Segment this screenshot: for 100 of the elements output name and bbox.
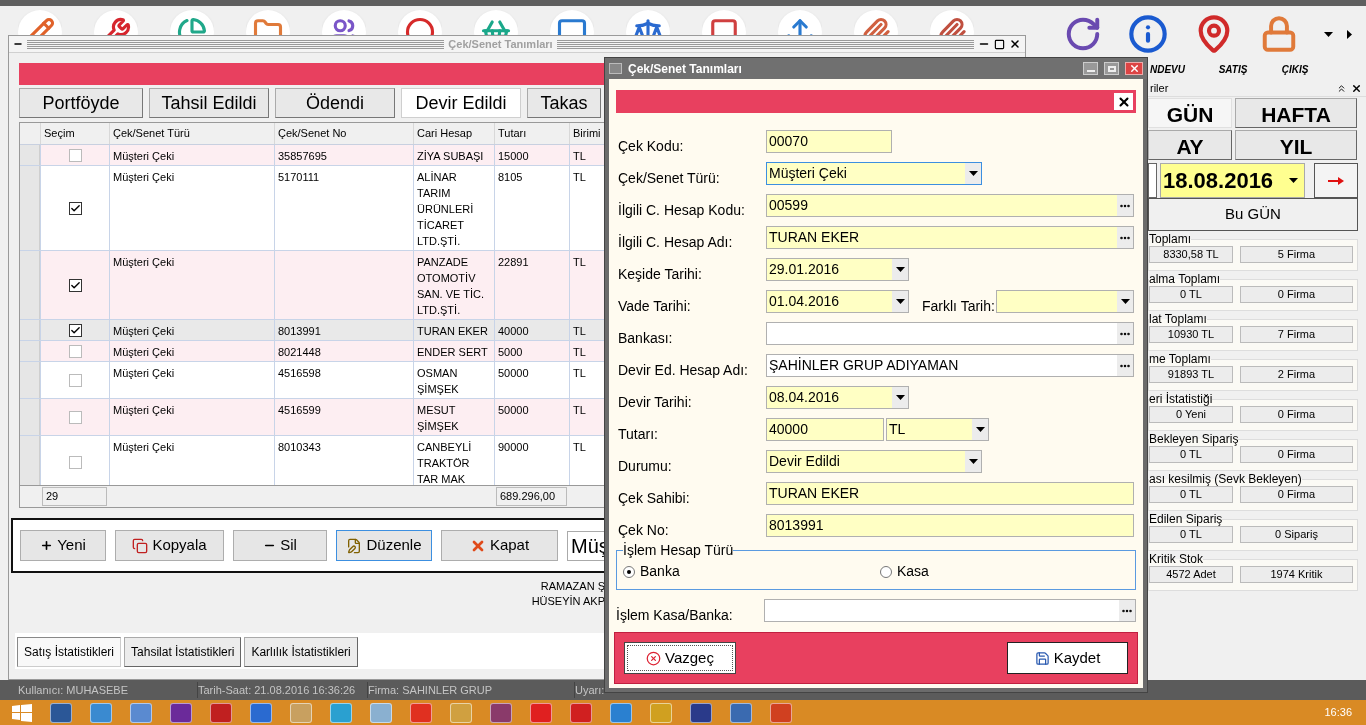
input-field[interactable]: 00599 — [766, 194, 1134, 217]
more-button[interactable] — [1117, 195, 1133, 216]
dropdown-button[interactable] — [892, 387, 908, 408]
radio-option[interactable]: Kasa — [880, 561, 929, 582]
input-field[interactable]: ŞAHİNLER GRUP ADIYAMAN — [766, 354, 1134, 377]
today-button[interactable]: Bu GÜN — [1148, 198, 1358, 231]
more-button[interactable] — [1117, 227, 1133, 248]
go-button[interactable] — [1314, 163, 1358, 198]
input-field[interactable]: 8013991 — [766, 514, 1134, 537]
more-button[interactable] — [1117, 323, 1133, 344]
close-icon[interactable] — [1351, 82, 1362, 94]
monitor-icon[interactable] — [550, 10, 594, 35]
ring-icon[interactable] — [398, 10, 442, 35]
cancel-button[interactable]: Vazgeç — [624, 642, 736, 674]
wrench-icon[interactable] — [94, 10, 138, 35]
toolbar-button[interactable]: Düzenle — [336, 530, 432, 561]
folder-icon[interactable] — [246, 10, 290, 35]
input-field[interactable]: 40000 — [766, 418, 884, 441]
period-button[interactable]: YIL — [1235, 130, 1357, 160]
maximize-button[interactable] — [1104, 62, 1119, 75]
dropdown-button[interactable] — [892, 259, 908, 280]
date-picker[interactable]: 18.08.2016 — [1160, 163, 1305, 198]
app-icon[interactable] — [170, 702, 192, 723]
dropdown-button[interactable] — [1117, 291, 1133, 312]
checkbox[interactable] — [68, 344, 82, 358]
paperclip-icon[interactable] — [930, 10, 974, 35]
toolbar-button[interactable]: Sil — [233, 530, 327, 561]
tab[interactable]: Takas — [527, 88, 601, 118]
lock-icon[interactable] — [1260, 15, 1298, 53]
tab[interactable]: Tahsilat İstatistikleri — [124, 637, 242, 667]
input-field[interactable]: TL — [886, 418, 989, 441]
input-field[interactable]: 08.04.2016 — [766, 386, 909, 409]
app-icon[interactable] — [570, 702, 592, 723]
input-field[interactable]: Müşteri Çeki — [766, 162, 982, 185]
app-icon[interactable] — [650, 702, 672, 723]
basket-icon[interactable] — [474, 10, 518, 35]
column-header[interactable]: Çek/Senet Türü — [113, 125, 190, 142]
app-icon[interactable] — [690, 702, 712, 723]
app-icon[interactable] — [410, 702, 432, 723]
dropdown-button[interactable] — [892, 291, 908, 312]
input-field[interactable]: 29.01.2016 — [766, 258, 909, 281]
tab[interactable]: Devir Edildi — [401, 88, 521, 118]
checkbox[interactable] — [68, 373, 82, 387]
more-button[interactable] — [1117, 355, 1133, 376]
close-button[interactable] — [1114, 93, 1133, 110]
tab[interactable]: Karlılık İstatistikleri — [244, 637, 358, 667]
people-icon[interactable] — [322, 10, 366, 35]
app-icon[interactable] — [90, 702, 112, 723]
pie-chart-icon[interactable] — [170, 10, 214, 35]
column-header[interactable]: Cari Hesap — [417, 125, 473, 142]
toolbar-button[interactable]: Yeni — [20, 530, 106, 561]
column-header[interactable]: Birimi — [573, 125, 601, 142]
tab[interactable]: Tahsil Edildi — [149, 88, 269, 118]
radio-button[interactable] — [623, 565, 635, 578]
column-header[interactable]: Çek/Senet No — [278, 125, 347, 142]
app-icon[interactable] — [290, 702, 312, 723]
period-button[interactable]: GÜN — [1148, 98, 1232, 128]
upload-icon[interactable] — [778, 10, 822, 35]
radio-button[interactable] — [880, 565, 892, 578]
input-field[interactable]: 00070 — [766, 130, 892, 153]
app-icon[interactable] — [490, 702, 512, 723]
period-button[interactable]: AY — [1148, 130, 1232, 160]
app-icon[interactable] — [530, 702, 552, 723]
checkbox[interactable] — [68, 410, 82, 424]
app-icon[interactable] — [450, 702, 472, 723]
app-icon[interactable] — [370, 702, 392, 723]
minimize-button[interactable] — [1083, 62, 1098, 75]
input-field[interactable]: 01.04.2016 — [766, 290, 909, 313]
checkbox[interactable] — [68, 323, 82, 337]
dropdown-button[interactable] — [972, 419, 988, 440]
column-header[interactable]: Seçim — [44, 125, 75, 142]
app-icon[interactable] — [50, 702, 72, 723]
scale-icon[interactable] — [626, 10, 670, 35]
period-button[interactable]: HAFTA — [1235, 98, 1357, 128]
refresh-icon[interactable] — [1064, 15, 1102, 53]
app-icon[interactable] — [770, 702, 792, 723]
save-button[interactable]: Kaydet — [1007, 642, 1128, 674]
checkbox[interactable] — [68, 148, 82, 162]
radio-option[interactable]: Banka — [623, 561, 880, 582]
toolbar-button[interactable]: Kapat — [441, 530, 558, 561]
collapse-icon[interactable] — [1336, 82, 1347, 94]
tab[interactable]: Portföyde — [19, 88, 143, 118]
dropdown-button[interactable] — [965, 451, 981, 472]
toolbar-button[interactable]: Kopyala — [115, 530, 224, 561]
more-button[interactable] — [1119, 600, 1135, 621]
checkbox[interactable] — [68, 455, 82, 469]
input-field[interactable]: Devir Edildi — [766, 450, 982, 473]
app-icon[interactable] — [610, 702, 632, 723]
checkbox[interactable] — [68, 278, 82, 292]
tab[interactable]: Ödendi — [275, 88, 395, 118]
dropdown-button[interactable] — [965, 163, 981, 184]
app-icon[interactable] — [730, 702, 752, 723]
checkbox[interactable] — [68, 201, 82, 215]
tab[interactable]: Satış İstatistikleri — [17, 637, 122, 667]
column-header[interactable]: Tutarı — [498, 125, 527, 142]
app-icon[interactable] — [250, 702, 272, 723]
app-icon[interactable] — [130, 702, 152, 723]
app-icon[interactable] — [210, 702, 232, 723]
close-icon[interactable] — [1009, 38, 1021, 50]
input-field[interactable]: TURAN EKER — [766, 226, 1134, 249]
